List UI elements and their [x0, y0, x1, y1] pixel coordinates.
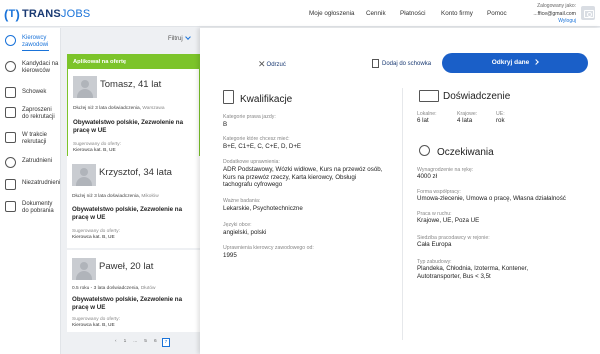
field-value: Lekarskie, Psychotechniczne [223, 205, 303, 212]
field-value: 4000 zł [417, 173, 437, 180]
field-value: Plandeka, Chłodnia, Izoterma, Kontener, … [417, 265, 529, 280]
filter-button[interactable]: Filtruj [168, 34, 191, 42]
suggested-offer: Sugerowany do oferty: Kierowca kat. B, UE [72, 229, 120, 240]
candidate-name: Tomasz, 41 lat [100, 79, 162, 90]
field-value: ADR Podstawowy, Wózki widłowe, Kurs na p… [223, 166, 383, 188]
close-icon: ✕ [258, 59, 266, 69]
top-nav: Moje ogłoszenia Cennik Płatności Konto f… [0, 10, 600, 20]
candidate-description: Obywatelstwo polskie, Zezwolenie na prac… [72, 296, 183, 311]
candidate-name: Krzysztof, 34 lata [99, 167, 172, 178]
nav-moje-ogloszenia[interactable]: Moje ogłoszenia [309, 10, 355, 17]
field-value: 4 lata [457, 117, 473, 124]
suggested-offer: Sugerowany do oferty: Kierowca kat. B, UE [72, 317, 120, 328]
field-label: Dodatkowe uprawnienia: [223, 159, 280, 165]
qualifications-title: Kwalifikacje [240, 94, 293, 105]
nav-platnosci[interactable]: Płatności [400, 10, 426, 17]
sidebar-item-w-trakcie[interactable]: W trakcie rekrutacji [0, 129, 61, 157]
sidebar: Kierowcy zawodowi Kandydaci na kierowców… [0, 28, 61, 354]
candidate-meta: Dłużej niż 3 lata doświadczenia, Warszaw… [73, 106, 165, 111]
sidebar-item-label: Kierowcy zawodowi [22, 35, 49, 49]
field-value: 6 lat [417, 117, 429, 124]
filter-label: Filtruj [168, 36, 183, 42]
sidebar-item-label: W trakcie rekrutacji [22, 132, 48, 146]
experience-title: Doświadczenie [443, 91, 511, 102]
active-underline [22, 50, 49, 51]
nav-konto-firmy[interactable]: Konto firmy [441, 10, 473, 17]
nav-pomoc[interactable]: Pomoc [487, 10, 507, 17]
not-hired-icon [5, 179, 16, 190]
chevron-down-icon [184, 34, 191, 40]
expectations-title: Oczekiwania [437, 147, 494, 158]
field-label: Ważne badania: [223, 198, 261, 204]
truck-icon [419, 90, 439, 102]
avatar [73, 76, 97, 98]
pagination: ‹ 1 ... 5 6 7 [113, 338, 171, 347]
account-email: ...ffice@gmail.com [533, 10, 576, 17]
account-info: Zalogowany jako: ...ffice@gmail.com Wylo… [533, 3, 576, 26]
camera-icon[interactable] [581, 6, 595, 20]
field-label: Kategorie prawa jazdy: [223, 114, 276, 120]
field-value: B [223, 121, 228, 128]
add-to-clipboard-button[interactable]: Dodaj do schowka [372, 59, 431, 68]
pagination-page[interactable]: 5 [142, 338, 149, 347]
reject-button[interactable]: ✕Odrzuć [258, 59, 286, 70]
pagination-ellipsis: ... [133, 339, 138, 344]
sidebar-item-label: Kandydaci na kierowców [22, 61, 59, 75]
candidate-description: Obywatelstwo polskie, Zezwolenie na prac… [73, 119, 184, 134]
sidebar-item-label: Niezatrudnieni [22, 180, 61, 186]
pagination-page[interactable]: 1 [122, 338, 129, 347]
sidebar-item-kandydaci[interactable]: Kandydaci na kierowców [0, 58, 61, 86]
candidate-description: Obywatelstwo polskie, Zezwolenie na prac… [72, 206, 183, 221]
pagination-current-page[interactable]: 7 [161, 338, 171, 347]
candidate-icon [5, 61, 16, 72]
logout-link[interactable]: Wyloguj [533, 18, 576, 26]
applied-tag: Aplikował na ofertę [68, 55, 199, 69]
field-value: Umowa-zlecenie, Umowa o pracę, Własna dz… [417, 195, 566, 202]
clipboard-icon [372, 59, 379, 68]
sidebar-item-label: Zaproszeni do rekrutacji [22, 107, 55, 121]
field-label: Uprawnienia kierowcy zawodowego od: [223, 245, 314, 251]
field-value: rok [496, 117, 505, 124]
candidate-detail-panel: ✕Odrzuć Dodaj do schowka Odkryj dane Kwa… [200, 28, 600, 354]
sidebar-item-zaproszeni[interactable]: Zaproszeni do rekrutacji [0, 104, 61, 132]
certificate-icon [223, 90, 234, 104]
sidebar-item-label: Zatrudnieni [22, 158, 53, 164]
candidate-card[interactable]: Krzysztof, 34 lata Dłużej niż 3 lata doś… [67, 156, 200, 248]
logged-as-label: Zalogowany jako: [537, 3, 576, 9]
clipboard-icon [5, 87, 16, 98]
field-value: Cała Europa [417, 241, 452, 248]
field-label: Kategorie które chcesz mieć: [223, 136, 290, 142]
field-value: 1995 [223, 252, 237, 259]
candidate-meta: 0.5 roku - 3 lata doświadczenia, Dłutów [72, 286, 156, 291]
sidebar-item-dokumenty[interactable]: Dokumenty do pobrania [0, 198, 61, 226]
avatar [72, 258, 96, 280]
sidebar-item-label: Schowek [22, 89, 47, 95]
candidate-card[interactable]: Paweł, 20 lat 0.5 roku - 3 lata doświadc… [67, 250, 200, 332]
field-value: angielski, polski [223, 229, 267, 236]
pagination-page[interactable]: 6 [152, 338, 159, 347]
reveal-data-button[interactable]: Odkryj dane [442, 53, 588, 73]
in-progress-icon [5, 132, 16, 143]
avatar [72, 164, 96, 186]
invite-icon [5, 107, 16, 118]
candidate-name: Paweł, 20 lat [99, 261, 154, 272]
candidate-meta: Dłużej niż 3 lata doświadczenia, Mikołów [72, 194, 159, 199]
field-value: B+E, C1+E, C, C+E, D, D+E [223, 143, 302, 150]
chevron-right-icon [533, 58, 540, 65]
hired-icon [5, 157, 16, 168]
nav-cennik[interactable]: Cennik [366, 10, 386, 17]
suggested-offer: Sugerowany do oferty: Kierowca kat. B, UE [73, 142, 121, 153]
top-bar: (T) TRANS JOBS Moje ogłoszenia Cennik Pła… [0, 0, 600, 27]
candidate-card[interactable]: Aplikował na ofertę Tomasz, 41 lat Dłuże… [67, 54, 200, 172]
field-value: Krajowe, UE, Poza UE [417, 217, 480, 224]
column-divider [402, 88, 403, 340]
pagination-prev[interactable]: ‹ [113, 338, 119, 347]
sidebar-item-label: Dokumenty do pobrania [22, 201, 54, 215]
driver-icon [5, 35, 16, 46]
documents-icon [5, 201, 16, 212]
sidebar-item-kierowcy-zawodowi[interactable]: Kierowcy zawodowi [0, 32, 61, 60]
field-label: Języki obce: [223, 222, 252, 228]
magnifier-icon [419, 145, 430, 156]
